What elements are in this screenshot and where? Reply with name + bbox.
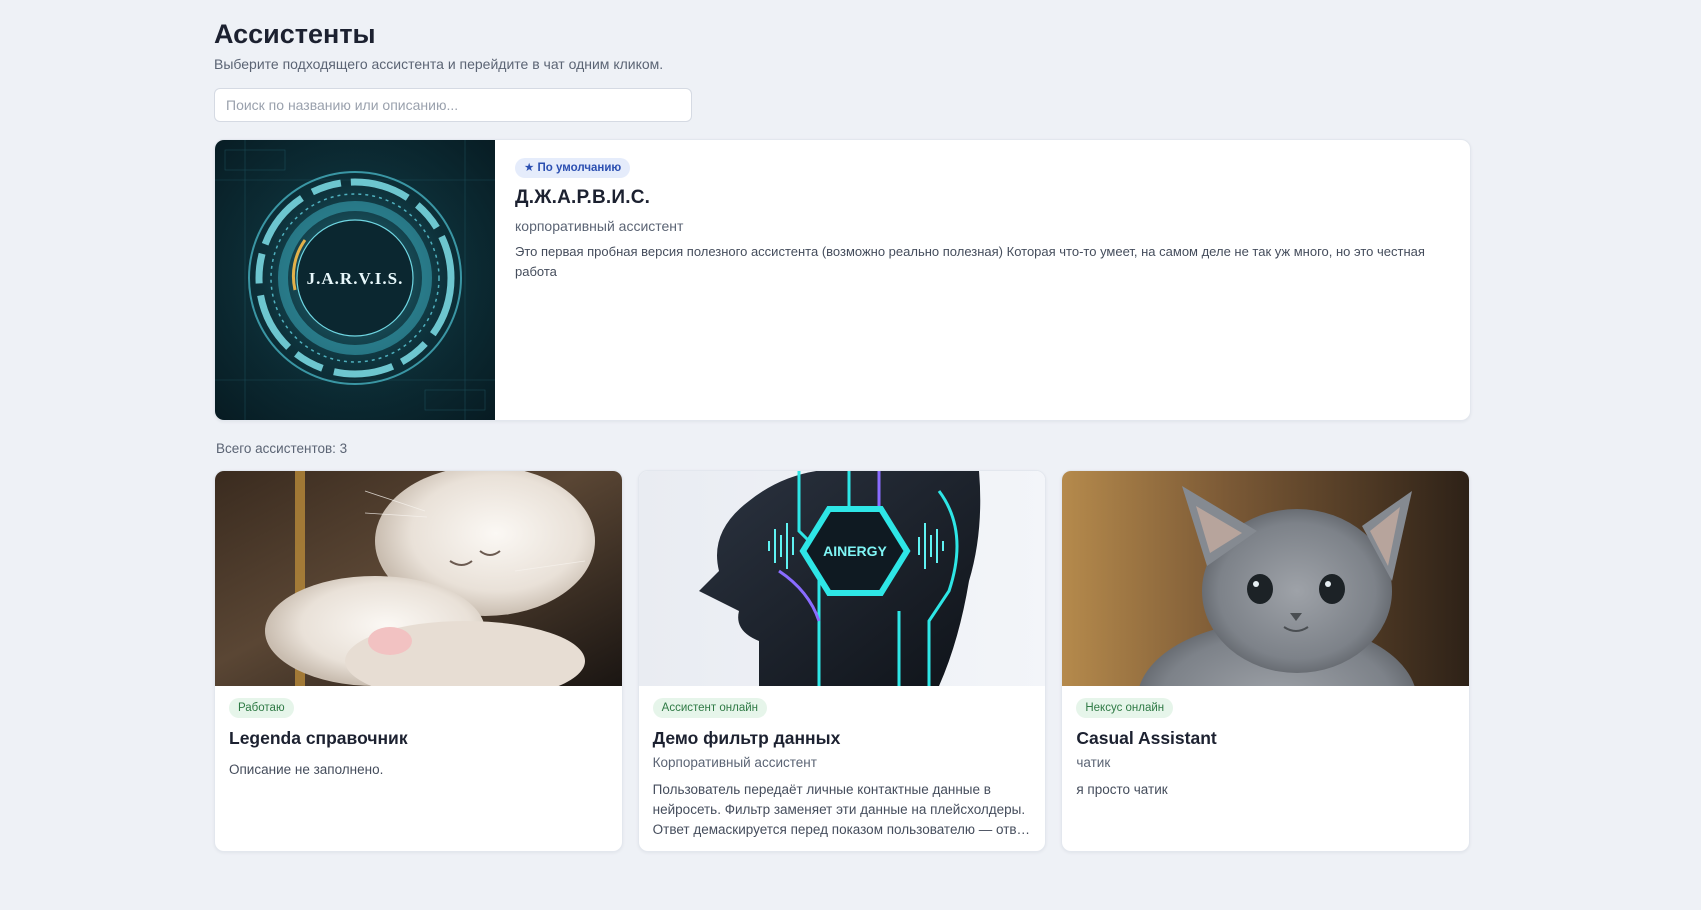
featured-assistant-role: корпоративный ассистент: [515, 218, 684, 234]
featured-assistant-body: ★ По умолчанию Д.Ж.А.Р.В.И.С. корпоратив…: [495, 140, 1470, 420]
status-badge: Работаю: [229, 698, 294, 718]
assistant-description: Описание не заполнено.: [229, 762, 384, 777]
featured-assistant-card[interactable]: J.A.R.V.I.S. ★ По умолчанию Д.Ж.А.Р.В.И.…: [214, 139, 1471, 421]
page-title: Ассистенты: [214, 19, 376, 49]
assistants-total: Всего ассистентов: 3: [216, 441, 348, 456]
featured-assistant-image: J.A.R.V.I.S.: [215, 140, 495, 420]
page-subtitle: Выберите подходящего ассистента и перейд…: [214, 56, 664, 72]
main-container: Ассистенты Выберите подходящего ассистен…: [214, 18, 1471, 852]
assistant-role: Корпоративный ассистент: [652, 755, 817, 770]
assistant-card[interactable]: Работаю Legenda справочник Описание не з…: [214, 470, 623, 852]
default-badge: ★ По умолчанию: [515, 158, 631, 178]
assistant-role: чатик: [1076, 755, 1111, 770]
assistant-name: Демо фильтр данных: [652, 728, 841, 748]
assistant-card-body: Работаю Legenda справочник Описание не з…: [215, 686, 622, 792]
assistant-name: Legenda справочник: [229, 728, 408, 748]
assistant-card-image: AINERGY: [638, 471, 1046, 686]
status-badge: Нексус онлайн: [1076, 698, 1174, 718]
status-badge: Ассистент онлайн: [652, 698, 767, 718]
assistant-card-body: Нексус онлайн Casual Assistant чатик я п…: [1062, 686, 1469, 812]
featured-assistant-name: Д.Ж.А.Р.В.И.С.: [515, 187, 651, 208]
assistant-description: Пользователь передаёт личные контактные …: [652, 782, 1030, 837]
jarvis-logo-text: J.A.R.V.I.S.: [307, 269, 404, 288]
assistant-card-body: Ассистент онлайн Демо фильтр данных Корп…: [639, 686, 1046, 851]
assistant-card-image: [1062, 471, 1470, 686]
assistant-name: Casual Assistant: [1076, 728, 1217, 748]
assistant-card-image: [215, 471, 622, 686]
search-input[interactable]: [214, 88, 692, 122]
ainergy-logo-text: AINERGY: [823, 543, 887, 559]
assistant-description: я просто чатик: [1076, 782, 1168, 797]
featured-assistant-description: Это первая пробная версия полезного асси…: [515, 244, 1425, 279]
assistant-card[interactable]: AINERGY Ассистент онлайн Демо фильтр дан…: [637, 470, 1047, 852]
assistant-card[interactable]: Нексус онлайн Casual Assistant чатик я п…: [1061, 470, 1471, 852]
assistants-grid: Работаю Legenda справочник Описание не з…: [214, 470, 1471, 852]
assistants-page: Ассистенты Выберите подходящего ассистен…: [0, 0, 1701, 910]
